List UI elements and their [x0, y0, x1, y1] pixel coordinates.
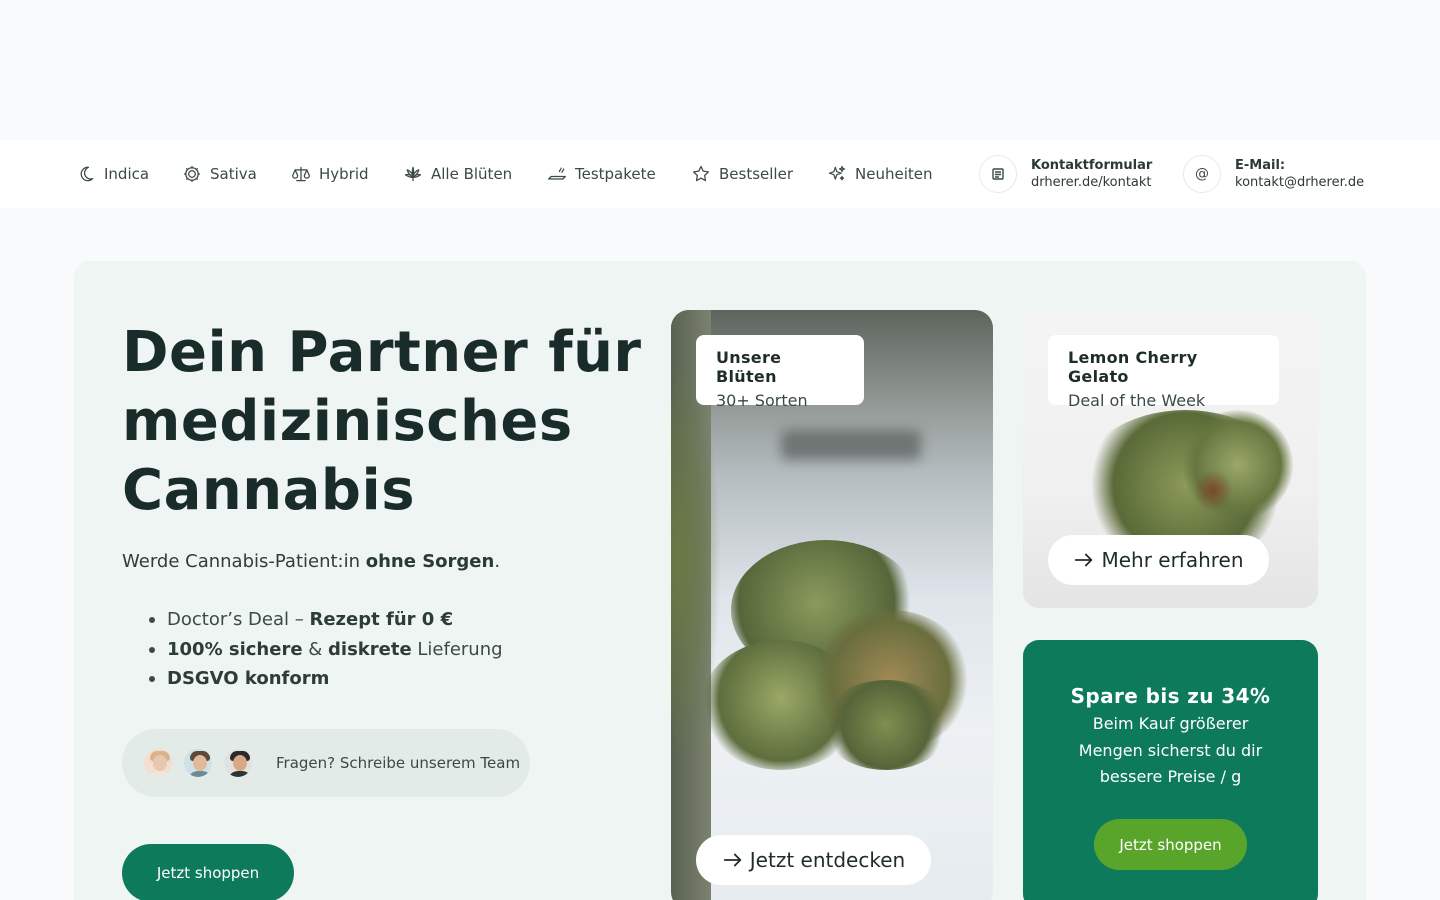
scale-icon — [292, 166, 310, 182]
promo-shop-button[interactable]: Jetzt shoppen — [1094, 819, 1247, 870]
top-banner-area — [0, 0, 1440, 140]
moon-icon — [80, 166, 94, 182]
nav-item-sativa[interactable]: Sativa — [182, 140, 257, 208]
arrow-right-icon — [723, 853, 742, 867]
nav-item-label: Neuheiten — [855, 165, 933, 183]
sparkles-icon — [828, 165, 846, 181]
card-title: Unsere Blüten — [716, 348, 782, 386]
promo-text: Beim Kauf größerer Mengen sicherst du di… — [1078, 714, 1263, 786]
nav-item-alle-blueten[interactable]: Alle Blüten — [403, 140, 512, 208]
hero-title: Dein Partner für medizinisches Cannabis — [122, 320, 642, 523]
form-icon — [979, 155, 1017, 193]
deal-info-card: Lemon Cherry Gelato Deal of the Week — [1048, 335, 1279, 410]
joint-icon — [548, 167, 566, 180]
nav-item-neuheiten[interactable]: Neuheiten — [827, 140, 932, 208]
nav-item-label: Sativa — [210, 165, 257, 183]
card-subtitle: 30+ Sorten — [716, 391, 808, 410]
card-title: Lemon Cherry Gelato — [1068, 348, 1198, 386]
nav-item-label: Indica — [104, 165, 150, 183]
flowers-info-card: Unsere Blüten 30+ Sorten — [696, 335, 864, 410]
nav-item-bestseller[interactable]: Bestseller — [691, 140, 793, 208]
nav-item-testpakete[interactable]: Testpakete — [547, 140, 656, 208]
avatar — [182, 747, 214, 779]
arrow-right-icon — [1075, 553, 1093, 567]
benefit-list: Doctor’s Deal – Rezept für 0 € 100% sich… — [122, 606, 503, 695]
nav-item-label: Testpakete — [575, 165, 656, 183]
hero-subtitle: Werde Cannabis-Patient:in ohne Sorgen. — [122, 551, 501, 572]
flowers-card[interactable]: Unsere Blüten 30+ Sorten Jetzt entdecken — [671, 310, 993, 900]
contact-form-value: drherer.de/kontakt — [1031, 175, 1152, 190]
sun-icon — [183, 165, 201, 183]
list-item: DSGVO konform — [122, 665, 503, 695]
category-navbar: Indica Sativa Hybrid Alle Blüten Testpak… — [0, 140, 1440, 208]
list-item: Doctor’s Deal – Rezept für 0 € — [122, 606, 503, 636]
avatar — [222, 747, 254, 779]
star-icon — [693, 165, 709, 182]
nav-item-label: Bestseller — [719, 165, 793, 183]
at-icon: @ — [1183, 155, 1221, 193]
list-item: 100% sichere & diskrete Lieferung — [122, 636, 503, 666]
email-value: kontakt@drherer.de — [1235, 175, 1365, 190]
email-label: E-Mail: — [1235, 158, 1286, 173]
card-subtitle: Deal of the Week — [1068, 391, 1206, 410]
team-contact-text: Fragen? Schreibe unserem Team — [276, 754, 521, 772]
email-link[interactable]: @ E-Mail: kontakt@drherer.de — [1183, 140, 1364, 208]
nav-item-label: Alle Blüten — [431, 165, 513, 183]
nav-item-label: Hybrid — [319, 165, 369, 183]
promo-card: Spare bis zu 34% Beim Kauf größerer Meng… — [1023, 640, 1318, 900]
deal-card[interactable]: Lemon Cherry Gelato Deal of the Week Meh… — [1023, 310, 1318, 608]
avatar — [142, 747, 174, 779]
nav-item-hybrid[interactable]: Hybrid — [291, 140, 369, 208]
contact-form-label: Kontaktformular — [1031, 158, 1153, 173]
promo-title: Spare bis zu 34% — [1070, 684, 1271, 708]
nav-item-indica[interactable]: Indica — [76, 140, 149, 208]
cannabis-leaf-icon — [404, 166, 422, 182]
shop-now-button[interactable]: Jetzt shoppen — [122, 844, 294, 900]
team-contact-pill[interactable]: Fragen? Schreibe unserem Team — [122, 729, 530, 797]
contact-form-link[interactable]: Kontaktformular drherer.de/kontakt — [979, 140, 1152, 208]
discover-button[interactable]: Jetzt entdecken — [696, 835, 931, 885]
learn-more-button[interactable]: Mehr erfahren — [1048, 535, 1269, 585]
